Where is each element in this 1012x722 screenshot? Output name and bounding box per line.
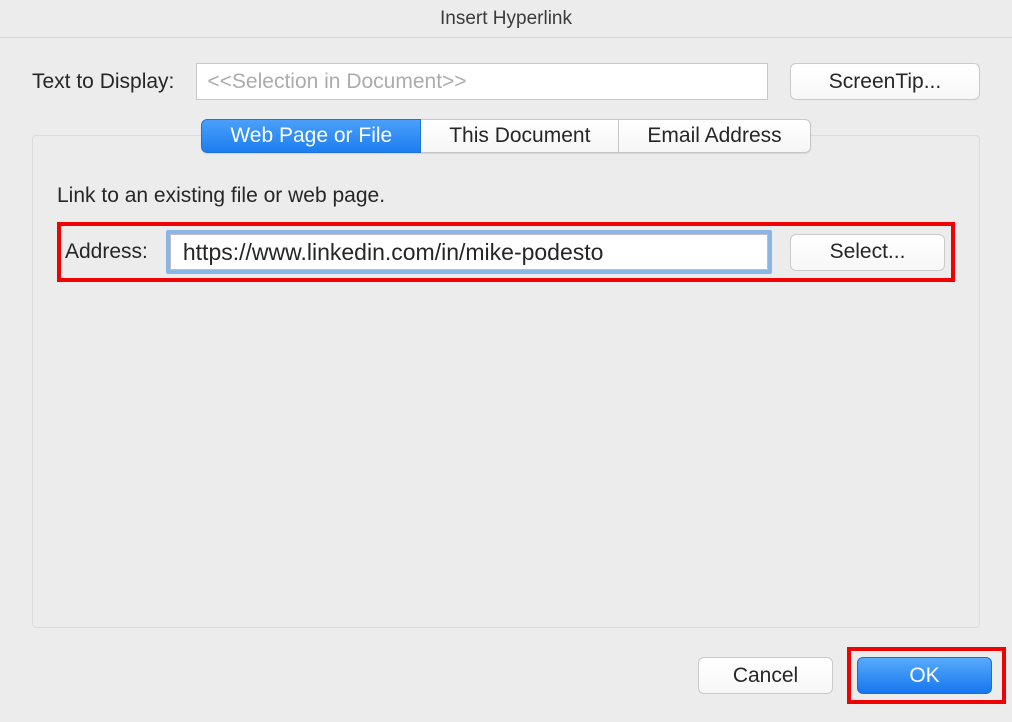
instruction-text: Link to an existing file or web page. [57,184,955,208]
insert-hyperlink-dialog: Insert Hyperlink Text to Display: Screen… [0,0,1012,722]
screentip-button[interactable]: ScreenTip... [790,63,980,100]
address-input[interactable] [170,234,768,270]
tab-group: Web Page or File This Document Email Add… [33,119,979,153]
tab-segment: Web Page or File This Document Email Add… [201,119,810,153]
address-row-highlight: Address: Select... [57,222,955,282]
panel-body: Link to an existing file or web page. Ad… [33,170,979,296]
text-to-display-row: Text to Display: ScreenTip... [32,63,980,100]
select-button[interactable]: Select... [790,234,945,271]
dialog-footer: Cancel OK [0,629,1012,722]
dialog-content: Text to Display: ScreenTip... Web Page o… [0,38,1012,629]
tab-email-address[interactable]: Email Address [619,119,810,153]
cancel-button[interactable]: Cancel [698,657,833,694]
text-to-display-label: Text to Display: [32,70,174,94]
dialog-title: Insert Hyperlink [440,8,572,30]
address-label: Address: [65,240,148,264]
text-to-display-input[interactable] [196,63,768,100]
tab-this-document[interactable]: This Document [421,119,619,153]
address-input-focus-ring [166,230,772,274]
link-type-panel: Web Page or File This Document Email Add… [32,135,980,628]
tab-web-page-or-file[interactable]: Web Page or File [201,119,421,153]
ok-button-highlight: OK [847,647,1006,704]
dialog-title-bar: Insert Hyperlink [0,0,1012,38]
ok-button[interactable]: OK [857,657,992,694]
